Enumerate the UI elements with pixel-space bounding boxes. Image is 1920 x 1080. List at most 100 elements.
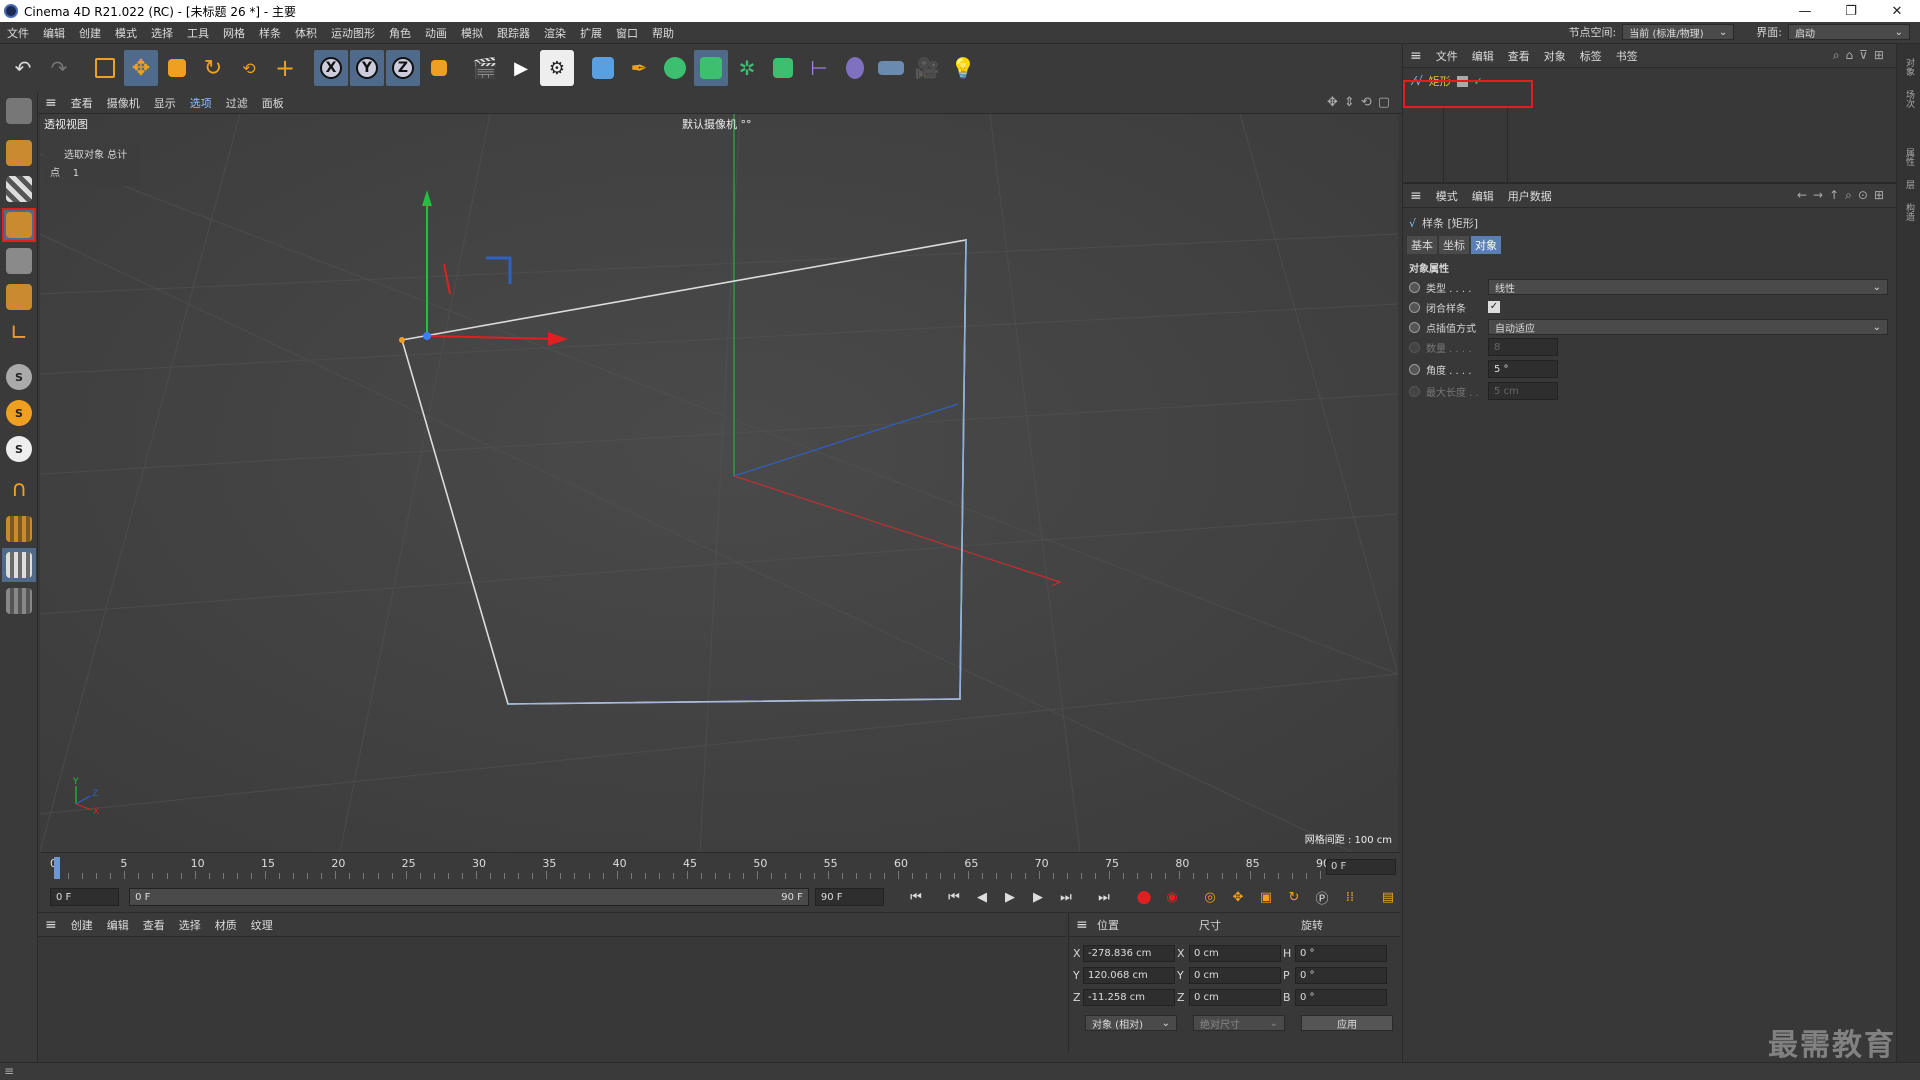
- type-dropdown[interactable]: 线性 ⌄: [1488, 279, 1888, 295]
- material-menu-view[interactable]: 查看: [136, 917, 172, 933]
- redo-button[interactable]: ↷: [42, 50, 76, 86]
- material-menu-texture[interactable]: 纹理: [244, 917, 280, 933]
- anim-radio-icon[interactable]: [1409, 281, 1420, 293]
- render-view-button[interactable]: 🎬: [468, 50, 502, 86]
- menu-volume[interactable]: 体积: [288, 25, 324, 41]
- om-tool-icons[interactable]: ⌕⌂⊽⊞: [1833, 48, 1890, 63]
- close-button[interactable]: ✕: [1874, 0, 1920, 22]
- point-level-animation-icon[interactable]: ⁞⁞: [1338, 885, 1362, 909]
- side-tab-layers[interactable]: 层: [1903, 180, 1916, 189]
- pos-z-field[interactable]: -11.258 cm: [1083, 989, 1175, 1006]
- texture-mode-button[interactable]: [2, 172, 36, 206]
- menu-select[interactable]: 选择: [144, 25, 180, 41]
- render-settings-button[interactable]: ⚙: [540, 50, 574, 86]
- object-manager-hamburger-icon[interactable]: ≡: [1403, 48, 1429, 64]
- attributes-hamburger-icon[interactable]: ≡: [1403, 188, 1429, 204]
- previous-key-icon[interactable]: ⏮: [942, 885, 966, 909]
- polygons-mode-button[interactable]: [2, 280, 36, 314]
- move-tool-button[interactable]: ✥: [124, 50, 158, 86]
- menu-mesh[interactable]: 网格: [216, 25, 252, 41]
- interpolation-dropdown[interactable]: 自动适应 ⌄: [1488, 319, 1888, 335]
- planar-workplane-button[interactable]: [2, 584, 36, 618]
- om-menu-file[interactable]: 文件: [1429, 48, 1465, 64]
- side-tab-attributes[interactable]: 属性: [1903, 148, 1916, 166]
- menu-simulate[interactable]: 模拟: [454, 25, 490, 41]
- viewport-menu-view[interactable]: 查看: [64, 95, 100, 111]
- rotation-key-icon[interactable]: ↻: [1282, 885, 1306, 909]
- node-space-dropdown[interactable]: 当前 (标准/物理) ⌄: [1622, 24, 1735, 40]
- material-menu-hamburger-icon[interactable]: ≡: [38, 917, 64, 933]
- menu-mograph[interactable]: 运动图形: [324, 25, 382, 41]
- go-to-start-icon[interactable]: ⏮: [904, 885, 928, 909]
- menu-animate[interactable]: 动画: [418, 25, 454, 41]
- position-key-icon[interactable]: ✥: [1226, 885, 1250, 909]
- size-z-field[interactable]: 0 cm: [1189, 989, 1281, 1006]
- om-menu-objects[interactable]: 对象: [1537, 48, 1573, 64]
- menu-help[interactable]: 帮助: [645, 25, 681, 41]
- menu-create[interactable]: 创建: [72, 25, 108, 41]
- locked-workplane-button[interactable]: [2, 548, 36, 582]
- viewport-nav-icons[interactable]: ✥⇕⟲▢: [1327, 95, 1396, 110]
- model-mode-button[interactable]: [2, 136, 36, 170]
- z-axis-lock-button[interactable]: Z: [386, 50, 420, 86]
- selected-point[interactable]: [399, 337, 405, 343]
- points-mode-button[interactable]: [2, 208, 36, 242]
- material-menu-edit[interactable]: 编辑: [100, 917, 136, 933]
- snap-button[interactable]: S: [2, 360, 36, 394]
- cloner-button[interactable]: ✲: [730, 50, 764, 86]
- timeline-window-icon[interactable]: ▤: [1376, 885, 1400, 909]
- recent-tools-button[interactable]: ⟲: [232, 50, 266, 86]
- play-icon[interactable]: ▶: [998, 885, 1022, 909]
- material-menu-create[interactable]: 创建: [64, 917, 100, 933]
- layout-dropdown[interactable]: 启动 ⌄: [1788, 24, 1910, 40]
- om-menu-bookmarks[interactable]: 书签: [1609, 48, 1645, 64]
- attr-menu-edit[interactable]: 编辑: [1465, 188, 1501, 204]
- scale-key-icon[interactable]: ▣: [1254, 885, 1278, 909]
- menu-tools[interactable]: 工具: [180, 25, 216, 41]
- minimize-button[interactable]: —: [1782, 0, 1828, 22]
- close-spline-checkbox[interactable]: ✓: [1488, 301, 1500, 313]
- render-to-picture-viewer-button[interactable]: ▶: [504, 50, 538, 86]
- playhead[interactable]: [54, 857, 60, 879]
- end-frame-field[interactable]: 90 F: [814, 888, 884, 906]
- om-menu-view[interactable]: 查看: [1501, 48, 1537, 64]
- add-tool-button[interactable]: +: [268, 50, 302, 86]
- make-editable-button[interactable]: [2, 94, 36, 128]
- pos-y-field[interactable]: 120.068 cm: [1083, 967, 1175, 984]
- subdivision-surface-button[interactable]: [658, 50, 692, 86]
- param-key-icon[interactable]: Ⓟ: [1310, 885, 1334, 909]
- frame-range-slider[interactable]: 0 F 90 F: [129, 888, 809, 906]
- cube-object-button[interactable]: [586, 50, 620, 86]
- viewport-menu-options[interactable]: 选项: [183, 95, 219, 111]
- coordinate-system-button[interactable]: [422, 50, 456, 86]
- viewport-menu-filter[interactable]: 过滤: [219, 95, 255, 111]
- workplane-button[interactable]: [2, 512, 36, 546]
- viewport-menu-cameras[interactable]: 摄像机: [100, 95, 147, 111]
- attr-menu-mode[interactable]: 模式: [1429, 188, 1465, 204]
- extrude-button[interactable]: [694, 50, 728, 86]
- size-mode-dropdown[interactable]: 绝对尺寸 ⌄: [1193, 1015, 1285, 1031]
- apply-button[interactable]: 应用: [1301, 1015, 1393, 1031]
- menu-extensions[interactable]: 扩展: [573, 25, 609, 41]
- record-icon[interactable]: ⬤: [1132, 885, 1156, 909]
- timeline[interactable]: 051015202530354045505560657075808590 0 F: [40, 852, 1400, 882]
- attr-menu-userdata[interactable]: 用户数据: [1501, 188, 1559, 204]
- pen-spline-button[interactable]: ✒: [622, 50, 656, 86]
- next-key-icon[interactable]: ⏭: [1054, 885, 1078, 909]
- start-frame-field[interactable]: 0 F: [50, 888, 120, 906]
- previous-frame-icon[interactable]: ◀: [970, 885, 994, 909]
- rot-h-field[interactable]: 0 °: [1295, 945, 1387, 962]
- side-tab-takes[interactable]: 场次: [1903, 90, 1916, 108]
- side-tab-objects[interactable]: 对象: [1903, 58, 1916, 76]
- menu-file[interactable]: 文件: [0, 25, 36, 41]
- restore-button[interactable]: ❐: [1828, 0, 1874, 22]
- pos-x-field[interactable]: -278.836 cm: [1083, 945, 1175, 962]
- attr-nav-icons[interactable]: ←→↑⌕⊙⊞: [1797, 188, 1890, 203]
- axis-mode-button[interactable]: ∟: [2, 316, 36, 350]
- size-x-field[interactable]: 0 cm: [1189, 945, 1281, 962]
- light-button[interactable]: 💡: [946, 50, 980, 86]
- autokey-icon[interactable]: ◉: [1160, 885, 1184, 909]
- side-tab-structure[interactable]: 构造: [1903, 203, 1916, 221]
- deformer-button[interactable]: ⊢: [802, 50, 836, 86]
- coords-mode-dropdown[interactable]: 对象 (相对) ⌄: [1085, 1015, 1177, 1031]
